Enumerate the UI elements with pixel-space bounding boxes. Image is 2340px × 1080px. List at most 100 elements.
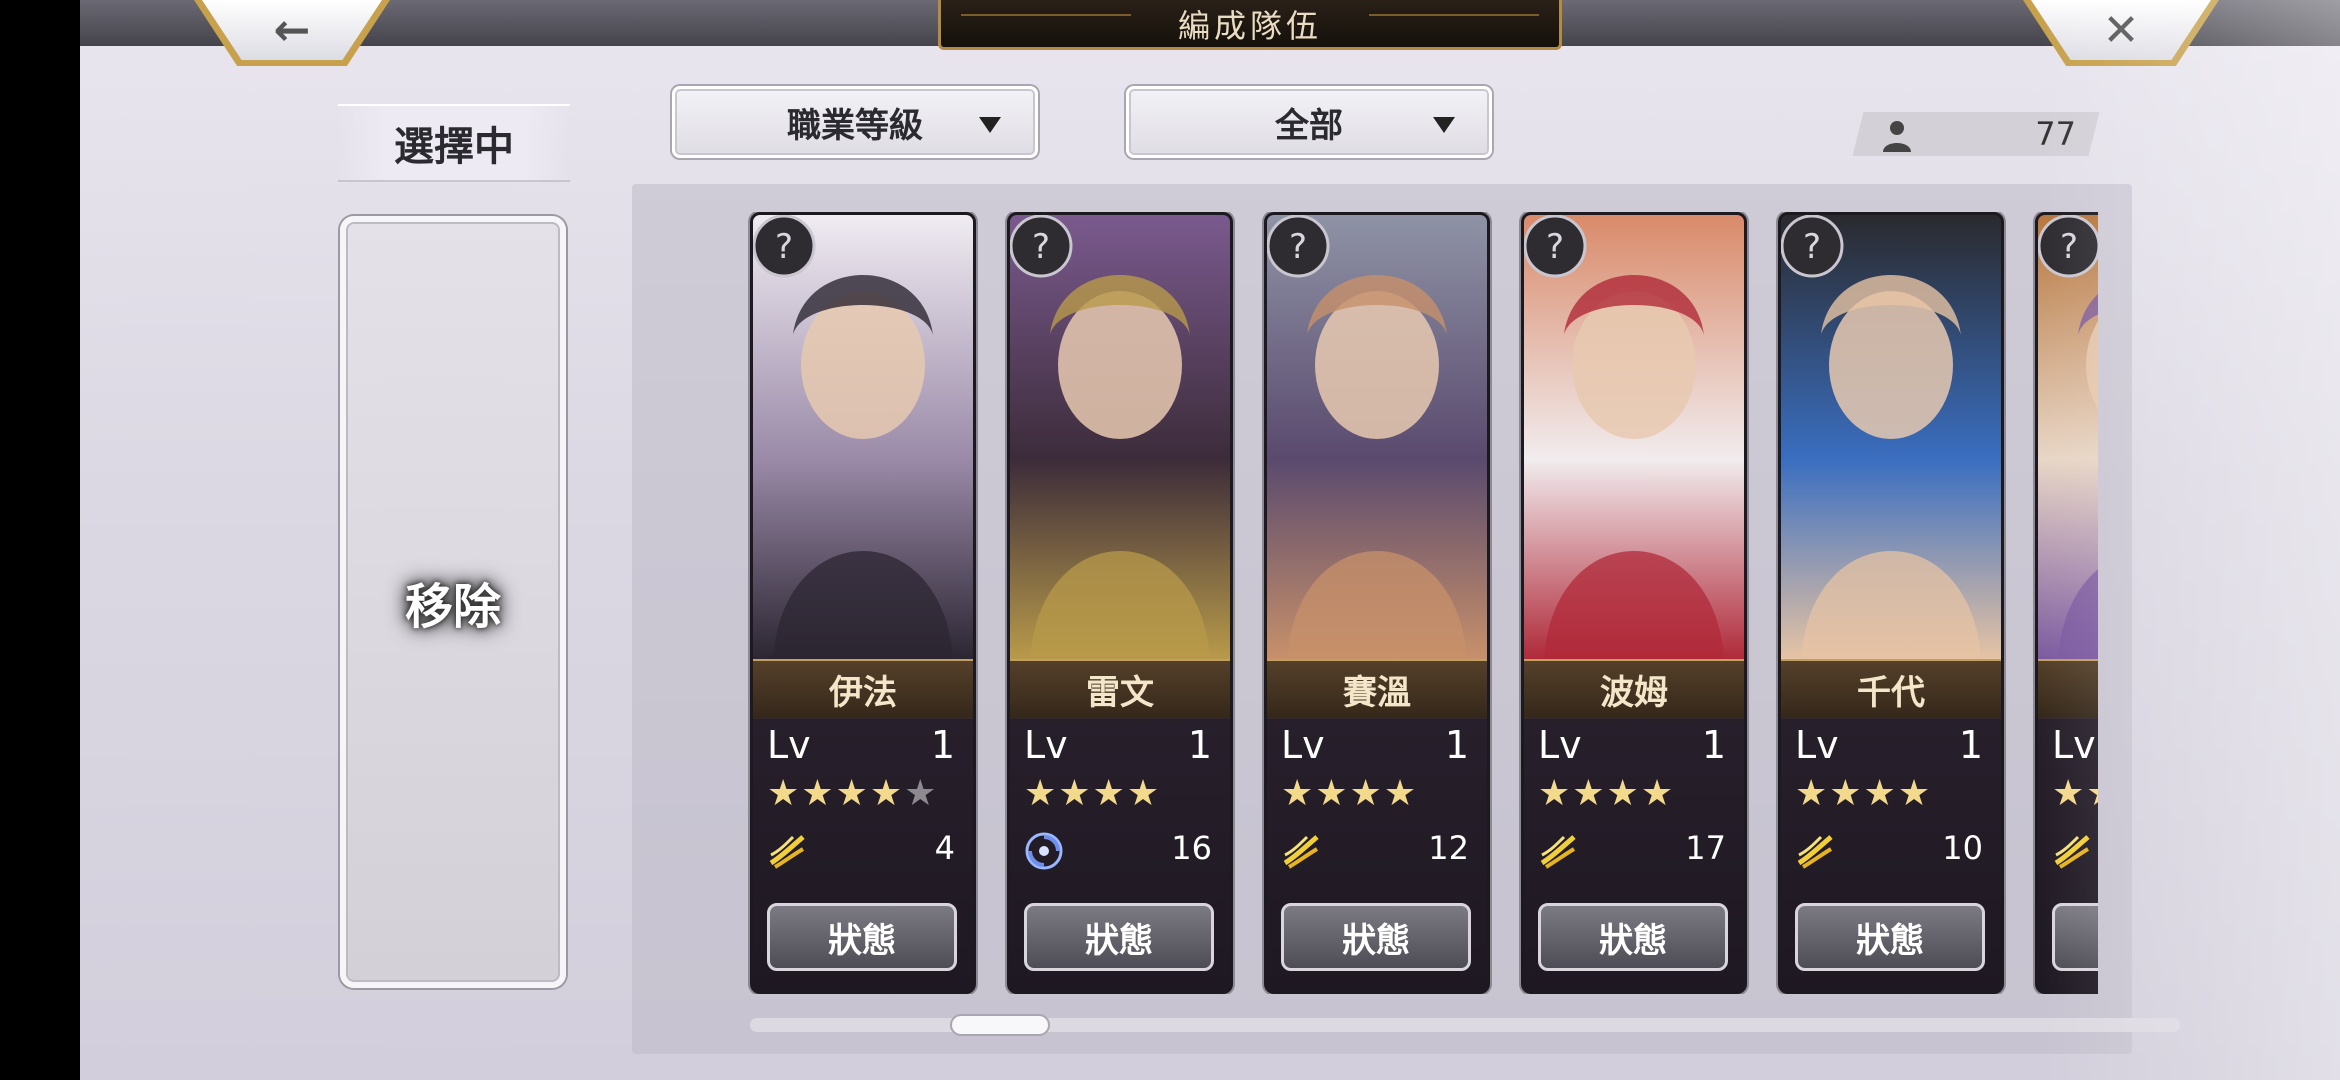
scope-dropdown[interactable]: 全部	[1126, 86, 1492, 158]
wind-icon	[1795, 831, 1835, 871]
status-button-label: 狀態	[828, 920, 896, 961]
character-stats: Lv 1 ★★★★ 12 狀態	[1267, 717, 1487, 991]
svg-text:?: ?	[2060, 227, 2078, 267]
chevron-down-icon	[979, 117, 1001, 133]
character-name: 賽溫	[1343, 672, 1411, 713]
character-portrait	[1267, 215, 1487, 659]
svg-text:?: ?	[775, 227, 793, 267]
scope-dropdown-value: 全部	[1275, 105, 1343, 146]
character-name-plate: 雷文	[1010, 659, 1230, 719]
character-portrait	[1524, 215, 1744, 659]
character-card[interactable]: ? 波姆 Lv 1 ★★★★ 17 狀態	[1521, 212, 1747, 994]
character-card[interactable]: ? 伊法 Lv 1 ★★★★★ 4 狀態	[750, 212, 976, 994]
wind-icon	[1281, 831, 1321, 871]
status-button[interactable]: 狀態	[1024, 903, 1214, 971]
level-label: Lv	[767, 723, 811, 767]
level-label: Lv	[1538, 723, 1582, 767]
element-value: 17	[1685, 829, 1726, 867]
question-icon: ?	[1524, 215, 1587, 278]
svg-text:?: ?	[1032, 227, 1050, 267]
status-button[interactable]: 狀態	[767, 903, 957, 971]
question-icon: ?	[2038, 215, 2098, 278]
character-list[interactable]: ? 伊法 Lv 1 ★★★★★ 4 狀態 ? 雷文 Lv 1 ★★★★ 16 狀…	[664, 212, 2098, 994]
level-label: Lv	[1281, 723, 1325, 767]
character-portrait	[753, 215, 973, 659]
element-value: 10	[1942, 829, 1983, 867]
character-stats: Lv 1 ★★★★ 17 狀態	[1524, 717, 1744, 991]
star-rating: ★★★★	[2052, 773, 2098, 814]
remove-label: 移除	[404, 579, 501, 635]
character-portrait	[1781, 215, 2001, 659]
status-button[interactable]: 狀態	[1795, 903, 1985, 971]
question-icon: ?	[1781, 215, 1844, 278]
star-rating: ★★★★★	[767, 773, 939, 814]
character-card[interactable]: ? 千代 Lv 1 ★★★★ 10 狀態	[1778, 212, 2004, 994]
selected-label-text: 選擇中	[394, 123, 514, 170]
title-plate: 編成隊伍	[938, 0, 1562, 50]
character-stats: Lv 1 ★★★★ 狀態	[2038, 717, 2098, 991]
character-name-plate: 波姆	[1524, 659, 1744, 719]
character-name-plate: 千代	[1781, 659, 2001, 719]
level-label: Lv	[1024, 723, 1068, 767]
status-button[interactable]: 狀態	[2052, 903, 2098, 971]
status-button-label: 狀態	[1856, 920, 1924, 961]
character-name: 伊法	[829, 672, 897, 713]
element-value: 4	[934, 829, 955, 867]
level-value: 1	[930, 723, 955, 767]
page-title: 編成隊伍	[1177, 6, 1322, 45]
svg-text:?: ?	[1546, 227, 1564, 267]
level-value: 1	[1187, 723, 1212, 767]
character-name-plate: 伊法	[753, 659, 973, 719]
selected-label: 選擇中	[338, 104, 570, 182]
level-value: 1	[1958, 723, 1983, 767]
star-rating: ★★★★	[1795, 773, 1933, 814]
wind-icon	[767, 831, 807, 871]
character-name: 雷文	[1086, 672, 1154, 713]
level-value: 1	[1444, 723, 1469, 767]
star-rating: ★★★★	[1024, 773, 1162, 814]
team-formation-screen: 編成隊伍 ← ✕ 選擇中 移除 職業等級 全部 77 ? 伊法 Lv 1 ★★★…	[80, 0, 2340, 1080]
character-stats: Lv 1 ★★★★ 10 狀態	[1781, 717, 2001, 991]
weapon-icon: ?	[753, 215, 816, 278]
swirl-icon	[1024, 831, 1064, 871]
level-label: Lv	[1795, 723, 1839, 767]
character-card[interactable]: ? 雷文 Lv 1 ★★★★ 16 狀態	[1007, 212, 1233, 994]
character-name-plate: 賽溫	[1267, 659, 1487, 719]
job-level-dropdown-value: 職業等級	[787, 105, 923, 146]
character-portrait	[2038, 215, 2098, 659]
back-arrow-icon: ←	[273, 4, 311, 56]
character-card[interactable]: ? 賽溫 Lv 1 ★★★★ 12 狀態	[1264, 212, 1490, 994]
person-icon	[1883, 121, 1911, 152]
status-button-label: 狀態	[1599, 920, 1667, 961]
status-button[interactable]: 狀態	[1281, 903, 1471, 971]
level-value: 1	[1701, 723, 1726, 767]
back-button[interactable]: ←	[194, 0, 390, 66]
character-stats: Lv 1 ★★★★★ 4 狀態	[753, 717, 973, 991]
character-portrait	[1010, 215, 1230, 659]
svg-text:?: ?	[1803, 227, 1821, 267]
status-button-label: 狀態	[1342, 920, 1410, 961]
wind-icon	[2052, 831, 2092, 871]
level-label: Lv	[2052, 723, 2096, 767]
scrollbar-thumb[interactable]	[949, 1014, 1050, 1036]
character-name: 波姆	[1600, 672, 1668, 713]
character-name-plate: 碧薇	[2038, 659, 2098, 719]
element-value: 12	[1428, 829, 1469, 867]
close-icon: ✕	[2102, 4, 2140, 56]
status-button[interactable]: 狀態	[1538, 903, 1728, 971]
character-stats: Lv 1 ★★★★ 16 狀態	[1010, 717, 1230, 991]
star-rating: ★★★★	[1538, 773, 1676, 814]
character-card[interactable]: ? 碧薇 Lv 1 ★★★★ 狀態	[2035, 212, 2098, 994]
star-rating: ★★★★	[1281, 773, 1419, 814]
svg-text:?: ?	[1289, 227, 1307, 267]
character-name: 千代	[1857, 672, 1925, 713]
remove-button[interactable]: 移除	[340, 216, 566, 988]
job-level-dropdown[interactable]: 職業等級	[672, 86, 1038, 158]
element-value: 16	[1171, 829, 1212, 867]
question-icon: ?	[1010, 215, 1073, 278]
unit-count: 77	[2035, 115, 2076, 153]
chevron-down-icon	[1433, 117, 1455, 133]
close-button[interactable]: ✕	[2023, 0, 2219, 66]
question-icon: ?	[1267, 215, 1330, 278]
status-button-label: 狀態	[1085, 920, 1153, 961]
